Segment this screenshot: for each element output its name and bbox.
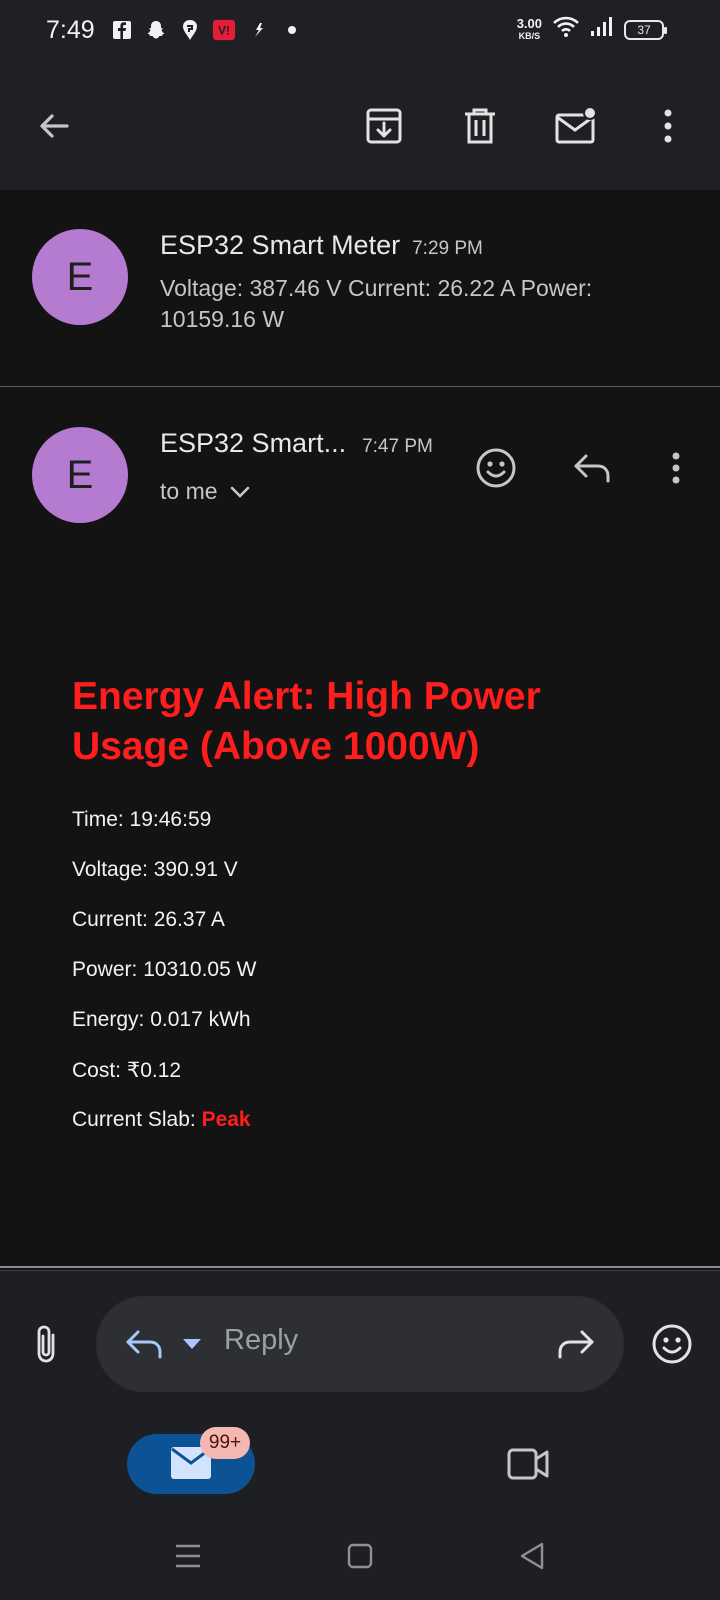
time-field: Time: 19:46:59 (72, 808, 212, 831)
emoji-icon (652, 1324, 692, 1364)
delete-button[interactable] (452, 98, 508, 154)
flipkart-icon (246, 18, 270, 42)
battery-icon: 37 (624, 19, 667, 40)
system-back-button[interactable] (504, 1528, 560, 1584)
alert-title: Energy Alert: High Power Usage (Above 10… (72, 672, 672, 772)
energy-field: Energy: 0.017 kWh (72, 1008, 251, 1031)
home-button[interactable] (332, 1528, 388, 1584)
mark-unread-button[interactable] (548, 98, 604, 154)
forward-icon (558, 1330, 594, 1359)
signal-icon (590, 16, 614, 43)
message-header: ESP32 Smart Meter 7:29 PM (160, 230, 483, 261)
divider (0, 1266, 720, 1268)
message-header: ESP32 Smart... 7:47 PM (160, 428, 433, 459)
avatar[interactable]: E (32, 229, 128, 325)
unread-badge: 99+ (200, 1427, 250, 1459)
snippet-line: Voltage: 387.46 V Current: 26.22 A Power… (160, 275, 593, 301)
slab-value: Peak (201, 1108, 251, 1131)
bottom-navigation (0, 1415, 720, 1525)
video-camera-icon (507, 1448, 549, 1480)
back-arrow-icon (40, 114, 69, 138)
recipient-details-toggle[interactable]: to me (160, 478, 250, 505)
message-time: 7:47 PM (362, 436, 433, 457)
wifi-icon (552, 16, 580, 43)
chevron-down-icon (230, 486, 249, 498)
reply-icon (126, 1330, 162, 1359)
voltage-field: Voltage: 390.91 V (72, 858, 238, 881)
system-status-icons: 3.00 KB/S 37 (516, 15, 667, 43)
net-speed-unit: KB/S (518, 30, 541, 41)
recipient-label: to me (160, 478, 218, 504)
add-reaction-button[interactable] (468, 440, 524, 496)
back-button[interactable] (26, 98, 82, 154)
delete-icon (465, 108, 495, 144)
triangle-back-icon (520, 1542, 544, 1570)
svg-text:V!: V! (218, 24, 230, 38)
more-options-button[interactable] (640, 98, 696, 154)
notification-icons: V! (110, 18, 304, 42)
status-time: 7:49 (46, 16, 95, 44)
facebook-icon (110, 18, 134, 42)
avatar[interactable]: E (32, 427, 128, 523)
snapchat-icon (144, 18, 168, 42)
emoji-icon (476, 448, 516, 488)
attachment-icon (37, 1325, 55, 1363)
menu-icon (176, 1544, 200, 1568)
archive-icon (366, 108, 402, 144)
swiggy-icon (178, 18, 202, 42)
attach-button[interactable] (18, 1316, 74, 1372)
vi-icon: V! (212, 18, 236, 42)
dot-icon (280, 18, 304, 42)
reply-button[interactable] (564, 440, 620, 496)
alert-title-line: Usage (Above 1000W) (72, 725, 480, 768)
more-vert-icon (672, 452, 680, 484)
message-time: 7:29 PM (412, 238, 483, 259)
sender-name: ESP32 Smart... (160, 428, 347, 458)
reply-type-dropdown[interactable] (164, 1316, 220, 1372)
caret-down-icon (183, 1339, 201, 1349)
recents-button[interactable] (160, 1528, 216, 1584)
cost-field: Cost: ₹0.12 (72, 1059, 182, 1082)
power-field: Power: 10310.05 W (72, 958, 257, 981)
network-speed: 3.00 KB/S (516, 15, 542, 42)
more-vert-icon (664, 109, 672, 143)
slab-label: Current Slab: (72, 1108, 202, 1131)
alert-title-line: Energy Alert: High Power (72, 675, 541, 718)
reply-placeholder[interactable]: Reply (224, 1324, 298, 1357)
message-more-button[interactable] (648, 440, 704, 496)
message-snippet: Voltage: 387.46 V Current: 26.22 A Power… (160, 273, 700, 335)
sender-name: ESP32 Smart Meter (160, 230, 401, 260)
archive-button[interactable] (356, 98, 412, 154)
slab-field: Current Slab: Peak (72, 1108, 251, 1132)
forward-button[interactable] (548, 1316, 604, 1372)
mark-unread-icon (555, 106, 597, 144)
snippet-line: 10159.16 W (160, 306, 285, 332)
divider (0, 386, 720, 387)
meet-tab[interactable] (500, 1436, 556, 1492)
square-icon (347, 1543, 373, 1569)
emoji-button[interactable] (644, 1316, 700, 1372)
net-speed-value: 3.00 (516, 15, 542, 31)
reply-icon (574, 454, 610, 483)
current-field: Current: 26.37 A (72, 908, 225, 931)
